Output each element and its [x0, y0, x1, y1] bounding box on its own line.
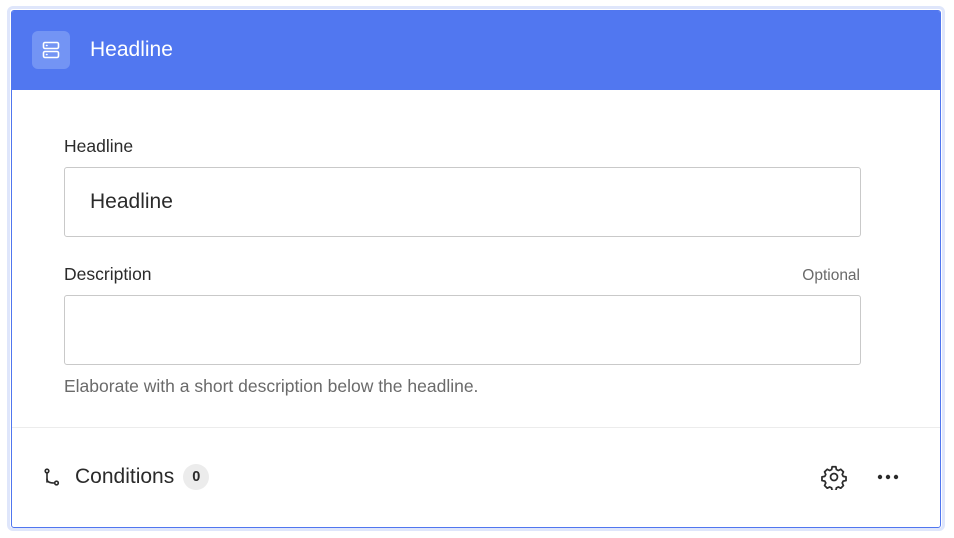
conditions-toggle[interactable]: Conditions 0: [42, 463, 210, 491]
settings-button[interactable]: [820, 463, 848, 491]
more-horizontal-icon: [877, 474, 899, 480]
card-title: Headline: [90, 38, 173, 61]
conditions-label: Conditions: [75, 465, 175, 488]
description-input[interactable]: [64, 295, 861, 365]
gear-icon: [821, 465, 847, 490]
branch-icon: [44, 468, 60, 486]
headline-label: Headline: [64, 136, 134, 156]
more-options-button[interactable]: [874, 463, 902, 491]
card-header: Headline: [12, 11, 940, 90]
headline-block-card: Headline Headline Description Optional E…: [11, 10, 941, 528]
headline-input[interactable]: [64, 167, 861, 237]
description-label: Description: [64, 264, 152, 284]
description-hint: Elaborate with a short description below…: [64, 376, 479, 396]
optional-tag: Optional: [802, 267, 860, 284]
server-icon: [32, 31, 70, 69]
footer-divider: [12, 427, 940, 428]
conditions-count-badge: 0: [183, 464, 210, 490]
